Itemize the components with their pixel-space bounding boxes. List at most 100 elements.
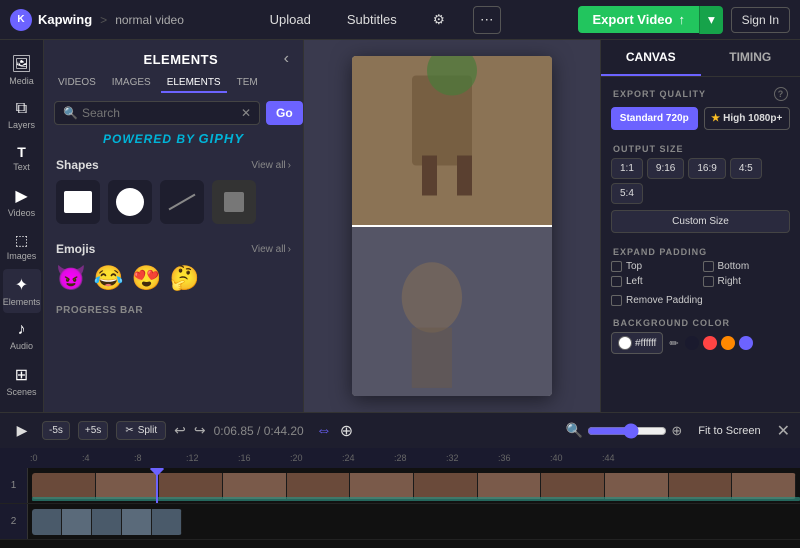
tab-elements[interactable]: ELEMENTS: [161, 74, 227, 93]
emoji-3[interactable]: 🤔: [170, 264, 200, 293]
ruler-mark-36: :36: [498, 453, 511, 463]
share-icon[interactable]: ⋯: [473, 6, 501, 34]
zoom-slider[interactable]: [587, 423, 667, 439]
export-button[interactable]: Export Video ↑: [578, 6, 698, 33]
go-button[interactable]: Go: [266, 101, 303, 125]
sidebar-item-images[interactable]: ⬚ Images: [3, 226, 41, 267]
shape-other[interactable]: [212, 180, 256, 224]
project-name: normal video: [115, 13, 184, 27]
track-content-2[interactable]: [28, 504, 800, 539]
line-preview: [169, 194, 196, 211]
tab-videos[interactable]: VIDEOS: [52, 74, 102, 93]
app-name: Kapwing: [38, 12, 92, 27]
sidebar-item-audio[interactable]: ♪ Audio: [3, 315, 41, 357]
size-1-1-button[interactable]: 1:1: [611, 158, 643, 179]
giphy-badge: POWERED BY GIPHY: [44, 129, 303, 152]
emoji-0[interactable]: 😈: [56, 264, 86, 293]
shapes-view-all-button[interactable]: View all ›: [251, 160, 291, 171]
padding-bottom-checkbox[interactable]: [703, 261, 714, 272]
emojis-grid: 😈 😂 😍 🤔: [44, 260, 303, 301]
step-back-button[interactable]: -5s: [42, 421, 70, 440]
upload-button[interactable]: Upload: [262, 8, 319, 31]
size-4-5-button[interactable]: 4:5: [730, 158, 762, 179]
emojis-view-all-button[interactable]: View all ›: [251, 244, 291, 255]
size-9-16-button[interactable]: 9:16: [647, 158, 684, 179]
quality-buttons: Standard 720p ★ High 1080p+: [601, 107, 800, 138]
search-input[interactable]: [82, 106, 237, 120]
ruler-mark-8: :8: [134, 453, 142, 463]
export-dropdown-button[interactable]: ▾: [699, 6, 723, 34]
help-icon[interactable]: ?: [774, 87, 788, 101]
settings-icon[interactable]: ⚙: [425, 6, 453, 34]
ruler-mark-20: :20: [290, 453, 303, 463]
redo-button[interactable]: ↪: [194, 422, 206, 439]
track-content-1[interactable]: [28, 468, 800, 503]
logo-icon: K: [10, 9, 32, 31]
tab-images[interactable]: IMAGES: [106, 74, 157, 93]
bottom-toolbar: ▶ -5s +5s ✂ Split ↩ ↪ 0:06.85 / 0:44.20 …: [0, 412, 800, 448]
canvas-area[interactable]: [304, 40, 600, 412]
rectangle-preview: [64, 191, 92, 213]
star-icon: ★: [711, 113, 720, 124]
sidebar-item-videos[interactable]: ▶ Videos: [3, 180, 41, 224]
track-label-2: 2: [0, 504, 28, 539]
padding-left-checkbox[interactable]: [611, 276, 622, 287]
emoji-1[interactable]: 😂: [94, 264, 124, 293]
padding-top-checkbox[interactable]: [611, 261, 622, 272]
audio-waveform-1: [32, 495, 800, 503]
color-dot-dark[interactable]: [685, 336, 699, 350]
zoom-in-icon[interactable]: ⊕: [671, 423, 682, 439]
tab-canvas[interactable]: CANVAS: [601, 40, 701, 76]
giphy-label: GIPHY: [199, 131, 244, 146]
ruler-mark-0: :0: [30, 453, 38, 463]
emojis-title: Emojis: [56, 242, 95, 256]
background-color-label: BACKGROUND COLOR: [601, 312, 800, 332]
breadcrumb-sep: >: [100, 13, 107, 27]
timeline-ruler: :0 :4 :8 :12 :16 :20 :24 :28 :32 :36 :40…: [0, 448, 800, 468]
subtitles-button[interactable]: Subtitles: [339, 8, 405, 31]
close-timeline-button[interactable]: ✕: [777, 421, 790, 441]
quality-1080p-button[interactable]: ★ High 1080p+: [704, 107, 791, 130]
zoom-out-icon[interactable]: 🔍: [566, 422, 583, 439]
step-forward-button[interactable]: +5s: [78, 421, 108, 440]
ruler-mark-24: :24: [342, 453, 355, 463]
custom-size-button[interactable]: Custom Size: [611, 210, 790, 233]
shape-rectangle[interactable]: [56, 180, 100, 224]
split-icon: ✂: [125, 425, 133, 436]
quality-1080p-label: High 1080p+: [723, 113, 782, 124]
search-clear-button[interactable]: ✕: [241, 106, 251, 120]
play-button[interactable]: ▶: [10, 419, 34, 443]
track-row-2: 2: [0, 504, 800, 540]
size-16-9-button[interactable]: 16:9: [688, 158, 725, 179]
shape-line[interactable]: [160, 180, 204, 224]
shape-circle[interactable]: [108, 180, 152, 224]
sidebar-item-scenes[interactable]: ⊞ Scenes: [3, 359, 41, 403]
bg-color-swatch[interactable]: #ffffff: [611, 332, 663, 354]
undo-button[interactable]: ↩: [174, 422, 186, 439]
pencil-icon[interactable]: ✏: [669, 337, 678, 350]
emoji-2[interactable]: 😍: [132, 264, 162, 293]
total-time: 0:44.20: [264, 424, 304, 438]
export-quality-text: EXPORT QUALITY: [613, 89, 706, 99]
split-button[interactable]: ✂ Split: [116, 421, 166, 440]
chevron-right-icon: ›: [288, 160, 291, 171]
app-logo: K Kapwing: [10, 9, 92, 31]
remove-padding-checkbox[interactable]: [611, 295, 622, 306]
split-label: Split: [138, 425, 157, 436]
sidebar-item-text[interactable]: T Text: [3, 138, 41, 178]
tab-timing[interactable]: TIMING: [701, 40, 800, 76]
padding-right-checkbox[interactable]: [703, 276, 714, 287]
color-dot-purple[interactable]: [739, 336, 753, 350]
videos-label: Videos: [8, 208, 35, 218]
color-dot-orange[interactable]: [721, 336, 735, 350]
panel-close-button[interactable]: ‹: [284, 50, 289, 68]
quality-720p-button[interactable]: Standard 720p: [611, 107, 698, 130]
tab-templates[interactable]: TEM: [231, 74, 264, 93]
sidebar-item-elements[interactable]: ✦ Elements: [3, 269, 41, 313]
fit-screen-button[interactable]: Fit to Screen: [690, 422, 768, 440]
color-dot-red[interactable]: [703, 336, 717, 350]
size-5-4-button[interactable]: 5:4: [611, 183, 643, 204]
signin-button[interactable]: Sign In: [731, 7, 790, 33]
sidebar-item-layers[interactable]: ⧉ Layers: [3, 94, 41, 136]
sidebar-item-media[interactable]: 🖼 Media: [3, 48, 41, 92]
